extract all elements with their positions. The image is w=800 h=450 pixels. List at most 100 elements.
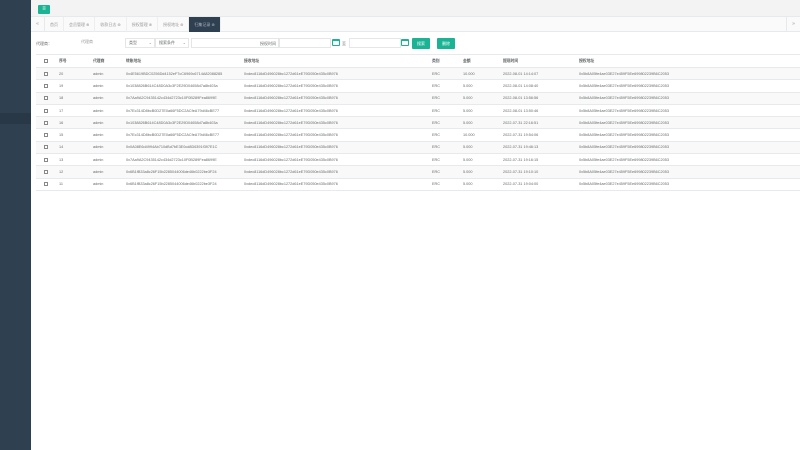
row-checkbox[interactable] [36,116,56,130]
table-cell: 0x5b8A05fe4ae03E27e459F5Ee699802239B6C20… [576,92,800,105]
table-row[interactable]: 13 admin 0x7Aa9A2C9435142c434d2723c10F0B28… [36,153,800,167]
row-checkbox[interactable] [36,153,56,167]
close-icon[interactable]: ⊗ [180,22,183,27]
table-cell: 0x7Ec314D8bcB0D27E0a66F5DC2ACfeA79d46cBE… [123,104,241,118]
tab-0[interactable]: 首页 [45,17,64,32]
table-cell: 10.000 [460,67,500,81]
tab-scroll-left-button[interactable]: « [31,17,45,32]
delete-button[interactable]: 删除 [437,38,455,49]
table-cell: 10.000 [460,128,500,142]
column-header[interactable]: 提现时间 [500,54,576,68]
table-cell: 5.000 [460,104,500,118]
table-cell: 2022-08-01 14:14:07 [500,67,576,81]
table-cell: 0xdec8116dD496028bc1272d61eE79D050e435c0… [241,67,429,81]
row-checkbox[interactable] [36,165,56,179]
field-select[interactable]: 搜索条件 ⌄ [155,38,189,48]
close-icon[interactable]: ⊗ [211,22,214,27]
close-icon[interactable]: ⊗ [149,22,152,27]
tab-label: 会员管理 [69,22,85,27]
table-cell: 14 [56,141,90,155]
table-cell: 0x0A08E6d4994Ab710dBd7bE3E0cd8D6391f397E… [123,141,241,155]
sidebar-item[interactable] [0,33,31,113]
table-row[interactable]: 17 admin 0x7Ec314D8bcB0D27E0a66F5DC2ACfeA7… [36,104,800,118]
column-header[interactable]: 代理商 [90,54,123,68]
row-checkbox[interactable] [36,141,56,155]
table-cell: admin [90,153,123,167]
row-checkbox[interactable] [36,67,56,81]
table-cell: ERC [429,79,460,93]
tab-3[interactable]: 授权管理⊗ [127,17,159,32]
table-cell: 0x5b8A05fe4ae03E27e459F5Ee699802239B6C20… [576,165,800,179]
table-cell: 0x4E5619BDC0256Dd4152eF7cC6969c6714A8208… [123,67,241,81]
close-icon[interactable]: ⊗ [117,22,120,27]
table-cell: ERC [429,104,460,118]
table-row[interactable]: 19 admin 0x1038826B614C48D0A3c3F2E29D04658… [36,79,800,93]
table-row[interactable]: 12 admin 0x6B1fB33a8c26F15b2285044006de46b… [36,165,800,179]
table-row[interactable]: 15 admin 0x7Ec314D8bcB0D27E0a66F5DC2ACfeA7… [36,128,800,142]
table-cell: ERC [429,141,460,155]
close-icon[interactable]: ⊗ [86,22,89,27]
sidebar-logo-area [0,0,31,33]
tab-label: 授权管理 [131,22,148,27]
column-header[interactable]: 接收地址 [241,54,429,68]
row-checkbox[interactable] [36,128,56,142]
table-row[interactable]: 16 admin 0x1038826B614C48D0A3c3F2E29D04658… [36,116,800,130]
table-row[interactable]: 14 admin 0x0A08E6d4994Ab710dBd7bE3E0cd8D63… [36,141,800,155]
calendar-icon[interactable] [401,39,409,46]
tab-scroll-right-button[interactable]: » [786,17,800,32]
column-header[interactable]: 类别 [429,54,460,68]
type-select-value: 类型 [129,40,137,45]
column-header[interactable]: 转账地址 [123,54,241,68]
table-cell: 0x1038826B614C48D0A3c3F2E29D04658d7a8b40… [123,116,241,130]
table-row[interactable]: 11 admin 0x6B1fB33a8c26F15b2285044006de46b… [36,178,800,191]
table-cell: 0x5b8A05fe4ae03E27e459F5Ee699802239B6C20… [576,104,800,118]
row-checkbox[interactable] [36,79,56,93]
table-cell: 2022-07-31 22:16:51 [500,116,576,130]
chevron-down-icon: ⌄ [182,40,186,45]
table-cell: 2022-07-31 19:46:13 [500,141,576,155]
table-cell: 0xdec8116dD496028bc1272d61eE79D050e435c0… [241,116,429,130]
row-checkbox[interactable] [36,92,56,105]
tab-label: 收款日志 [100,22,117,27]
end-date-input[interactable] [349,38,401,48]
table-cell: 5.000 [460,116,500,130]
calendar-icon[interactable] [332,39,340,46]
table-cell: admin [90,178,123,191]
table-cell: 0xdec8116dD496028bc1272d61eE79D050e435c0… [241,141,429,155]
table-cell: 0x5b8A05fe4ae03E27e459F5Ee699802239B6C20… [576,153,800,167]
table-cell: 0xdec8116dD496028bc1272d61eE79D050e435c0… [241,104,429,118]
row-checkbox[interactable] [36,104,56,118]
table-cell: 2022-08-01 13:50:46 [500,104,576,118]
start-date-input[interactable] [279,38,331,48]
row-checkbox[interactable] [36,178,56,191]
tab-label: 首页 [50,22,58,27]
search-button[interactable]: 搜索 [412,38,430,49]
table-cell: 11 [56,178,90,191]
table-cell: ERC [429,128,460,142]
table-row[interactable]: 20 admin 0x4E5619BDC0256Dd4152eF7cC6969c67… [36,67,800,81]
agent-label: 代理商： [36,41,52,46]
type-select[interactable]: 类型 ⌄ [125,38,155,48]
tab-1[interactable]: 会员管理⊗ [64,17,96,32]
table-cell: 0xdec8116dD496028bc1272d61eE79D050e435c0… [241,79,429,93]
column-header[interactable]: 序号 [56,54,90,68]
tab-5[interactable]: 归集记录⊗ [189,17,221,32]
sidebar-item-active[interactable] [0,113,31,124]
column-header[interactable]: 金额 [460,54,500,68]
table-cell: 0xdec8116dD496028bc1272d61eE79D050e435c0… [241,178,429,191]
tab-4[interactable]: 授权地址⊗ [158,17,190,32]
table-cell: admin [90,141,123,155]
column-header[interactable]: 授权地址 [576,54,800,68]
menu-toggle-button[interactable]: ≡ [38,5,50,14]
tab-label: 授权地址 [163,22,180,27]
tab-2[interactable]: 收款日志⊗ [95,17,127,32]
table-cell: 5.000 [460,141,500,155]
table-row[interactable]: 18 admin 0x7Aa9A2C9435142c434d2723c10F0B28… [36,92,800,105]
filter-bar: 代理商： 代理商 类型 ⌄ 搜索条件 ⌄ 授权时间 至 搜索 删除 [31,32,800,54]
select-all-checkbox[interactable] [36,54,56,68]
table-cell: admin [90,116,123,130]
table-cell: admin [90,128,123,142]
table-cell: 20 [56,67,90,81]
table-cell: 0x5b8A05fe4ae03E27e459F5Ee699802239B6C20… [576,67,800,81]
table-cell: 0x5b8A05fe4ae03E27e459F5Ee699802239B6C20… [576,178,800,191]
